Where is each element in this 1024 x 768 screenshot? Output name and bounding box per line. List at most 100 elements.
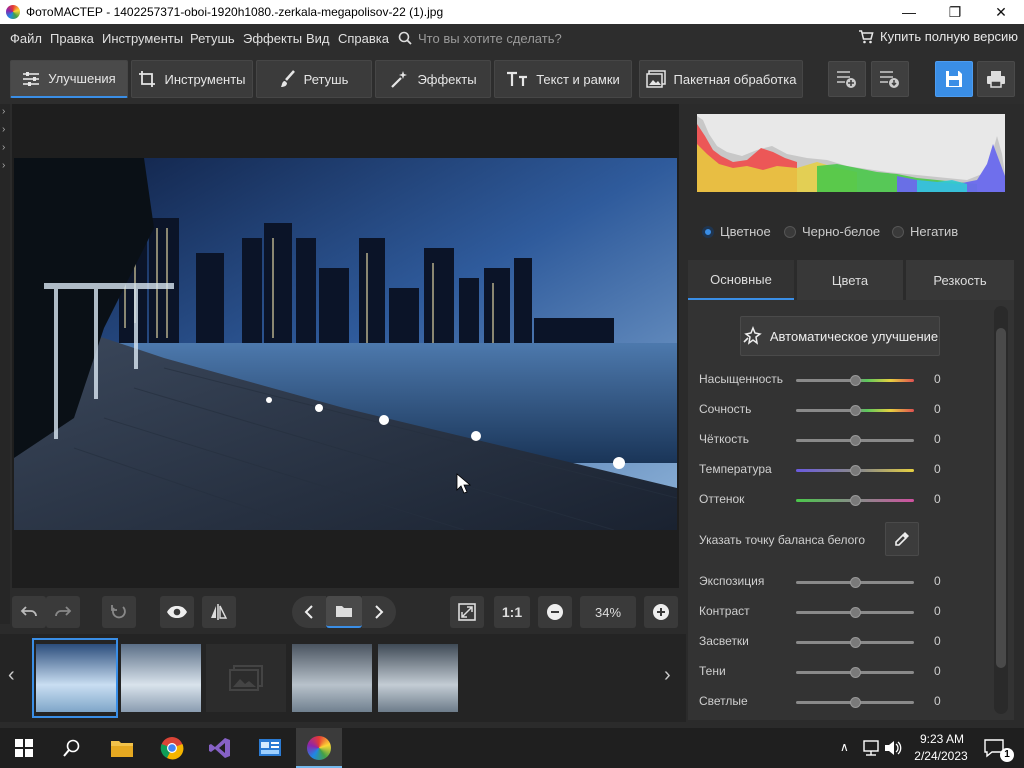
menu-bar: Файл Правка Инструменты Ретушь Эффекты В… bbox=[0, 24, 1024, 52]
prev-image-button[interactable] bbox=[292, 596, 326, 628]
menu-view[interactable]: Вид bbox=[306, 31, 330, 46]
buy-full-version-link[interactable]: Купить полную версию bbox=[858, 29, 1018, 44]
white-balance-picker-button[interactable] bbox=[885, 522, 919, 556]
expand-chevron-icon[interactable]: › bbox=[2, 142, 5, 153]
window-title: ФотоМАСТЕР - 1402257371-oboi-1920h1080.-… bbox=[26, 5, 444, 19]
tab-tools-label: Инструменты bbox=[164, 71, 246, 87]
slider-knob[interactable] bbox=[850, 405, 861, 416]
open-folder-button[interactable] bbox=[326, 596, 362, 628]
thumbnail[interactable] bbox=[36, 644, 116, 712]
zoom-out-button[interactable] bbox=[538, 596, 572, 628]
minus-circle-icon bbox=[547, 604, 563, 620]
close-button[interactable]: ✕ bbox=[978, 0, 1024, 24]
folder-icon bbox=[336, 606, 352, 617]
radio-black-white[interactable]: Черно-белое bbox=[784, 224, 880, 239]
slider-knob[interactable] bbox=[850, 375, 861, 386]
slider-label: Температура bbox=[699, 462, 772, 476]
menu-edit[interactable]: Правка bbox=[50, 31, 94, 46]
compare-icon bbox=[211, 604, 228, 620]
start-button[interactable] bbox=[10, 734, 38, 762]
reset-button[interactable] bbox=[102, 596, 136, 628]
city-night-photo bbox=[14, 158, 677, 530]
tab-sharpness[interactable]: Резкость bbox=[906, 260, 1014, 300]
radio-negative[interactable]: Негатив bbox=[892, 224, 958, 239]
thumbnail[interactable] bbox=[378, 644, 458, 712]
undo-button[interactable] bbox=[12, 596, 46, 628]
next-image-button[interactable] bbox=[362, 596, 396, 628]
auto-enhance-button[interactable]: Автоматическое улучшение bbox=[740, 316, 940, 356]
title-bar: ФотоМАСТЕР - 1402257371-oboi-1920h1080.-… bbox=[0, 0, 1024, 24]
tab-colors[interactable]: Цвета bbox=[797, 260, 903, 300]
visual-studio-button[interactable] bbox=[206, 734, 234, 762]
volume-icon[interactable] bbox=[884, 740, 902, 756]
slider-knob[interactable] bbox=[850, 637, 861, 648]
zoom-level[interactable]: 34% bbox=[580, 596, 636, 628]
redo-icon bbox=[55, 606, 72, 617]
white-balance-label: Указать точку баланса белого bbox=[699, 533, 866, 547]
panel-scrollbar[interactable] bbox=[994, 306, 1008, 714]
expand-chevron-icon[interactable]: › bbox=[2, 106, 5, 117]
slider-knob[interactable] bbox=[850, 607, 861, 618]
network-icon[interactable] bbox=[862, 740, 880, 756]
expand-chevron-icon[interactable]: › bbox=[2, 124, 5, 135]
eyedropper-icon bbox=[895, 532, 909, 546]
slider-knob[interactable] bbox=[850, 697, 861, 708]
batch-processing-button[interactable]: Пакетная обработка bbox=[639, 60, 803, 98]
fit-screen-button[interactable] bbox=[450, 596, 484, 628]
tab-effects-label: Эффекты bbox=[417, 71, 477, 87]
view-controls: 1:1 34% bbox=[10, 592, 680, 632]
redo-button[interactable] bbox=[46, 596, 80, 628]
tab-tools[interactable]: Инструменты bbox=[131, 60, 253, 98]
clock-date[interactable]: 2/24/2023 bbox=[908, 749, 974, 763]
minimize-button[interactable]: — bbox=[886, 0, 932, 24]
clock-time[interactable]: 9:23 AM bbox=[912, 732, 972, 746]
menu-effects[interactable]: Эффекты bbox=[243, 31, 302, 46]
app-window-icon bbox=[259, 739, 281, 756]
thumbnail-placeholder[interactable] bbox=[206, 644, 286, 712]
tab-retouch-label: Ретушь bbox=[303, 71, 349, 87]
filmstrip-next-icon[interactable]: › bbox=[664, 664, 671, 687]
slider-knob[interactable] bbox=[850, 435, 861, 446]
scrollbar-thumb[interactable] bbox=[996, 328, 1006, 668]
add-preset-button[interactable] bbox=[828, 61, 866, 97]
tab-retouch[interactable]: Ретушь bbox=[256, 60, 372, 98]
left-collapsed-panel: › › › › bbox=[0, 104, 10, 624]
slider-knob[interactable] bbox=[850, 577, 861, 588]
expand-chevron-icon[interactable]: › bbox=[2, 160, 5, 171]
slider-knob[interactable] bbox=[850, 465, 861, 476]
radio-color[interactable]: Цветное bbox=[702, 224, 771, 239]
tab-effects[interactable]: Эффекты bbox=[375, 60, 491, 98]
photo-preview[interactable] bbox=[14, 158, 677, 530]
control-panel-button[interactable] bbox=[256, 734, 284, 762]
menu-retouch[interactable]: Ретушь bbox=[190, 31, 235, 46]
actual-size-button[interactable]: 1:1 bbox=[494, 596, 530, 628]
file-explorer-button[interactable] bbox=[108, 734, 136, 762]
search-box[interactable]: Что вы хотите сделать? bbox=[396, 28, 596, 48]
thumbnail[interactable] bbox=[292, 644, 372, 712]
filmstrip-prev-icon[interactable]: ‹ bbox=[8, 664, 15, 687]
menu-tools[interactable]: Инструменты bbox=[102, 31, 183, 46]
compare-button[interactable] bbox=[202, 596, 236, 628]
zoom-in-button[interactable] bbox=[644, 596, 678, 628]
search-icon bbox=[398, 31, 412, 45]
taskbar-search-button[interactable] bbox=[58, 734, 86, 762]
preview-toggle-button[interactable] bbox=[160, 596, 194, 628]
tab-text-frames[interactable]: Текст и рамки bbox=[494, 60, 632, 98]
chrome-button[interactable] bbox=[158, 734, 186, 762]
tab-basic[interactable]: Основные bbox=[688, 260, 794, 300]
menu-file[interactable]: Файл bbox=[10, 31, 42, 46]
fotomaster-taskbar-button[interactable] bbox=[296, 728, 342, 768]
tab-enhancements[interactable]: Улучшения bbox=[10, 60, 128, 98]
maximize-button[interactable]: ❐ bbox=[932, 0, 978, 24]
print-button[interactable] bbox=[977, 61, 1015, 97]
sparkle-star-icon bbox=[743, 326, 762, 345]
slider-value: 0 bbox=[934, 694, 941, 708]
download-preset-button[interactable] bbox=[871, 61, 909, 97]
thumbnail[interactable] bbox=[121, 644, 201, 712]
menu-help[interactable]: Справка bbox=[338, 31, 389, 46]
save-button[interactable] bbox=[935, 61, 973, 97]
slider-knob[interactable] bbox=[850, 667, 861, 678]
slider-knob[interactable] bbox=[850, 495, 861, 506]
show-hidden-icons-chevron-icon[interactable]: ∧ bbox=[840, 740, 849, 754]
slider-value: 0 bbox=[934, 604, 941, 618]
